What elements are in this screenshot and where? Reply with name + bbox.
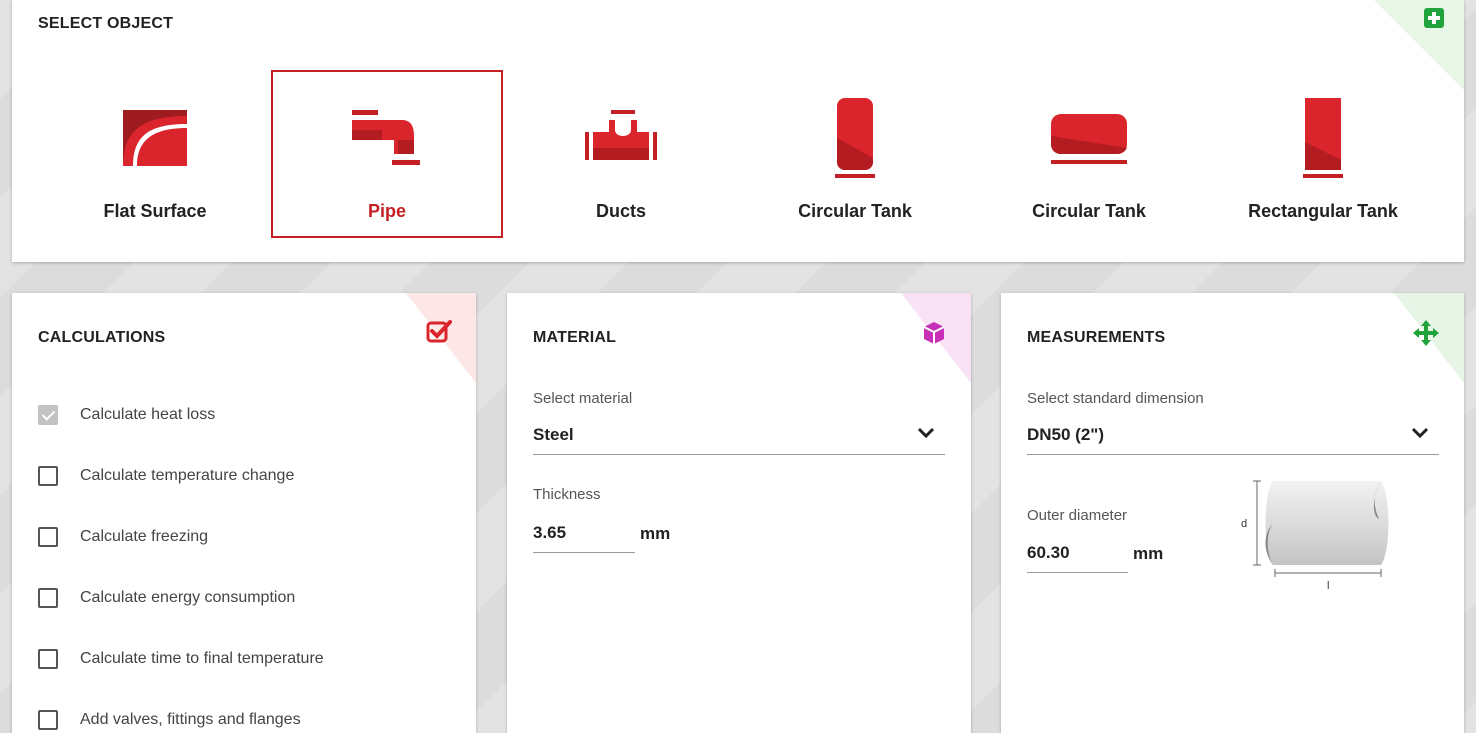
checkbox[interactable] bbox=[38, 405, 58, 425]
thickness-value: 3.65 bbox=[533, 523, 567, 542]
calc-option-label: Add valves, fittings and flanges bbox=[80, 711, 301, 728]
object-label: Circular Tank bbox=[798, 201, 912, 221]
thickness-unit: mm bbox=[640, 524, 671, 543]
material-card: MATERIAL Select material Steel Thickness… bbox=[507, 293, 971, 733]
cube-icon bbox=[923, 322, 945, 344]
diagram-d-label: d bbox=[1241, 518, 1247, 530]
select-dimension-label: Select standard dimension bbox=[1027, 390, 1204, 407]
chevron-down-icon bbox=[1411, 427, 1429, 439]
move-arrows-icon bbox=[1413, 320, 1439, 346]
select-object-title: SELECT OBJECT bbox=[38, 15, 174, 32]
material-select[interactable]: Steel bbox=[533, 421, 945, 455]
pipe-icon bbox=[352, 110, 420, 165]
calc-option-time-to-final-temperature[interactable]: Calculate time to final temperature bbox=[38, 647, 324, 671]
calc-option-label: Calculate temperature change bbox=[80, 467, 295, 484]
checkbox[interactable] bbox=[38, 466, 58, 486]
checkbox[interactable] bbox=[38, 527, 58, 547]
thickness-label: Thickness bbox=[533, 486, 601, 503]
outer-diameter-input[interactable]: 60.30 bbox=[1027, 539, 1128, 573]
rectangular-tank-icon bbox=[1303, 98, 1343, 178]
add-object-button[interactable] bbox=[1424, 8, 1444, 28]
calc-option-temperature-change[interactable]: Calculate temperature change bbox=[38, 464, 294, 488]
calc-option-energy-consumption[interactable]: Calculate energy consumption bbox=[38, 586, 295, 610]
object-circular-tank-vertical[interactable]: Circular Tank bbox=[739, 70, 971, 238]
flat-surface-icon bbox=[123, 110, 187, 166]
ducts-icon bbox=[585, 110, 657, 160]
object-flat-surface[interactable]: Flat Surface bbox=[39, 70, 271, 238]
checkbox-checked-icon bbox=[426, 320, 452, 343]
checkbox[interactable] bbox=[38, 649, 58, 669]
object-circular-tank-horizontal[interactable]: Circular Tank bbox=[973, 70, 1205, 238]
measurements-title: MEASUREMENTS bbox=[1027, 329, 1166, 346]
calc-option-label: Calculate time to final temperature bbox=[80, 650, 324, 667]
material-select-value: Steel bbox=[533, 425, 574, 444]
object-label: Ducts bbox=[595, 201, 646, 221]
object-rectangular-tank[interactable]: Rectangular Tank bbox=[1207, 70, 1439, 238]
object-label: Flat Surface bbox=[103, 201, 207, 221]
thickness-input[interactable]: 3.65 bbox=[533, 519, 635, 553]
pipe-dimension-diagram: d l bbox=[1241, 480, 1389, 592]
calc-option-valves-fittings-flanges[interactable]: Add valves, fittings and flanges bbox=[38, 708, 301, 732]
select-object-card: SELECT OBJECT Flat Surface Pipe Ducts Ci… bbox=[12, 0, 1464, 262]
dimension-select-value: DN50 (2") bbox=[1027, 425, 1105, 444]
measurements-card: MEASUREMENTS Select standard dimension D… bbox=[1001, 293, 1464, 733]
calc-option-label: Calculate energy consumption bbox=[80, 589, 296, 606]
circular-tank-horizontal-icon bbox=[1051, 114, 1127, 164]
select-material-label: Select material bbox=[533, 390, 633, 407]
outer-diameter-label: Outer diameter bbox=[1027, 507, 1128, 524]
chevron-down-icon bbox=[917, 427, 935, 439]
calculations-card: CALCULATIONS Calculate heat loss Calcula… bbox=[12, 293, 476, 733]
calc-option-label: Calculate heat loss bbox=[80, 406, 216, 423]
object-label: Pipe bbox=[367, 201, 406, 221]
outer-diameter-unit: mm bbox=[1133, 544, 1164, 563]
object-label: Rectangular Tank bbox=[1248, 201, 1398, 221]
calc-option-freezing[interactable]: Calculate freezing bbox=[38, 525, 208, 549]
checkbox[interactable] bbox=[38, 588, 58, 608]
object-label: Circular Tank bbox=[1032, 201, 1146, 221]
calc-option-label: Calculate freezing bbox=[80, 528, 209, 545]
dimension-select[interactable]: DN50 (2") bbox=[1027, 421, 1439, 455]
calc-option-heat-loss[interactable]: Calculate heat loss bbox=[38, 403, 215, 427]
outer-diameter-value: 60.30 bbox=[1027, 543, 1070, 562]
diagram-l-label: l bbox=[1327, 580, 1329, 592]
material-title: MATERIAL bbox=[533, 329, 617, 346]
object-ducts[interactable]: Ducts bbox=[505, 70, 737, 238]
checkbox[interactable] bbox=[38, 710, 58, 730]
calculations-title: CALCULATIONS bbox=[38, 329, 166, 346]
circular-tank-vertical-icon bbox=[835, 98, 875, 178]
object-pipe[interactable]: Pipe bbox=[271, 70, 503, 238]
